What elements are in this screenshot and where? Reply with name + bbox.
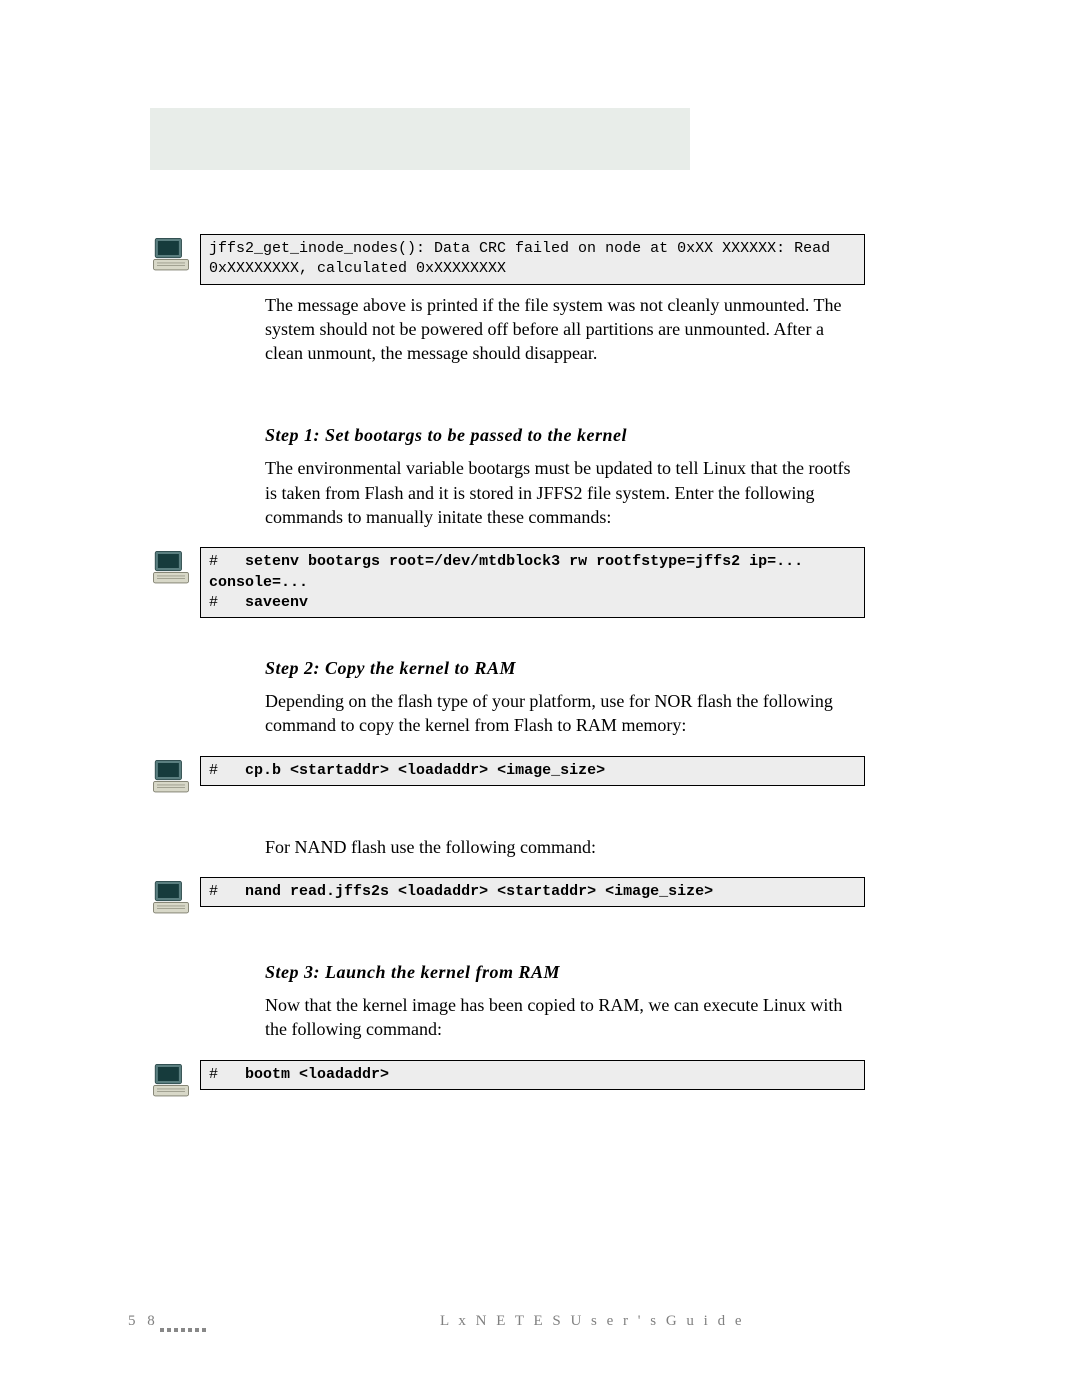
- body-paragraph: For NAND flash use the following command…: [265, 835, 865, 859]
- code-row-1: jffs2_get_inode_nodes(): Data CRC failed…: [150, 234, 865, 285]
- command-text: cp.b <startaddr> <loadaddr> <image_size>: [245, 762, 605, 779]
- computer-icon: [150, 547, 200, 592]
- prompt: #: [209, 1066, 227, 1083]
- computer-icon: [150, 756, 200, 801]
- body-paragraph: Now that the kernel image has been copie…: [265, 993, 865, 1042]
- page: jffs2_get_inode_nodes(): Data CRC failed…: [0, 0, 1080, 1397]
- footer-title: L x N E T E S U s e r ' s G u i d e: [440, 1313, 745, 1330]
- computer-icon: [150, 1060, 200, 1105]
- prompt: #: [209, 594, 227, 611]
- step-heading-2: Step 2: Copy the kernel to RAM: [265, 658, 865, 679]
- code-block: # bootm <loadaddr>: [200, 1060, 865, 1090]
- code-row-5: # bootm <loadaddr>: [150, 1060, 865, 1105]
- content-area: jffs2_get_inode_nodes(): Data CRC failed…: [150, 232, 865, 1109]
- footer-dots-icon: [160, 1320, 209, 1337]
- step-heading-3: Step 3: Launch the kernel from RAM: [265, 962, 865, 983]
- computer-icon: [150, 234, 200, 279]
- prompt: #: [209, 553, 227, 570]
- command-text: saveenv: [245, 594, 308, 611]
- code-row-4: # nand read.jffs2s <loadaddr> <startaddr…: [150, 877, 865, 922]
- page-number: 5 8: [128, 1313, 159, 1330]
- step-heading-1: Step 1: Set bootargs to be passed to the…: [265, 425, 865, 446]
- code-block: # setenv bootargs root=/dev/mtdblock3 rw…: [200, 547, 865, 618]
- code-row-3: # cp.b <startaddr> <loadaddr> <image_siz…: [150, 756, 865, 801]
- prompt: #: [209, 883, 227, 900]
- body-paragraph: The message above is printed if the file…: [265, 293, 865, 366]
- code-block: # nand read.jffs2s <loadaddr> <startaddr…: [200, 877, 865, 907]
- code-block: # cp.b <startaddr> <loadaddr> <image_siz…: [200, 756, 865, 786]
- code-row-2: # setenv bootargs root=/dev/mtdblock3 rw…: [150, 547, 865, 618]
- code-block: jffs2_get_inode_nodes(): Data CRC failed…: [200, 234, 865, 285]
- command-text: nand read.jffs2s <loadaddr> <startaddr> …: [245, 883, 713, 900]
- prompt: #: [209, 762, 227, 779]
- command-text: setenv bootargs root=/dev/mtdblock3 rw r…: [209, 553, 812, 590]
- header-bar: [150, 108, 690, 170]
- body-paragraph: Depending on the flash type of your plat…: [265, 689, 865, 738]
- computer-icon: [150, 877, 200, 922]
- command-text: bootm <loadaddr>: [245, 1066, 389, 1083]
- body-paragraph: The environmental variable bootargs must…: [265, 456, 865, 529]
